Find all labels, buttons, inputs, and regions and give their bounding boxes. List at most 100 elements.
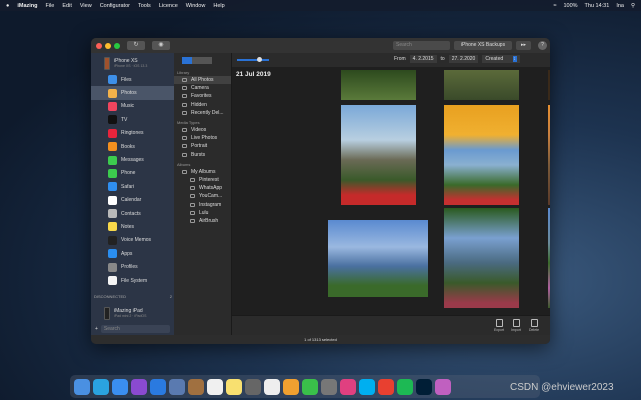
sidebar-item-ringtones[interactable]: Ringtones	[91, 127, 174, 140]
clock[interactable]: Thu 14:31	[585, 3, 610, 9]
album-item[interactable]: Pinterest	[174, 176, 231, 184]
dock-app-icon[interactable]	[74, 378, 90, 395]
refresh-button[interactable]: ↻	[127, 41, 145, 50]
thumb-size-slider[interactable]	[237, 57, 269, 62]
library-item[interactable]: Favorites	[174, 92, 231, 100]
sidebar-item-photos[interactable]: Photos	[91, 86, 174, 100]
menu-configurator[interactable]: Configurator	[100, 3, 130, 9]
large-grid-icon[interactable]	[182, 56, 192, 64]
export-button[interactable]: Export	[491, 319, 507, 332]
menu-edit[interactable]: Edit	[62, 3, 71, 9]
help-button[interactable]: ?	[538, 41, 547, 50]
sidebar-item-files[interactable]: Files	[91, 73, 174, 86]
dock-app-icon[interactable]	[283, 378, 299, 395]
album-item[interactable]: Lulu	[174, 209, 231, 217]
minimize-button[interactable]	[105, 42, 111, 49]
dock-app-icon[interactable]	[397, 378, 413, 395]
library-item[interactable]: All Photos	[174, 76, 231, 85]
sort-select[interactable]: Created ↕	[482, 55, 521, 63]
add-icon[interactable]: +	[95, 326, 98, 332]
photo-thumbnail[interactable]	[444, 70, 519, 100]
library-item[interactable]: My Albums	[174, 168, 231, 176]
close-button[interactable]	[96, 42, 102, 49]
dock-app-icon[interactable]	[169, 378, 185, 395]
album-item[interactable]: AirBrush	[174, 217, 231, 225]
small-grid-icon[interactable]	[192, 56, 202, 64]
delete-button[interactable]: Delete	[526, 319, 542, 332]
sidebar-item-contacts[interactable]: Contacts	[91, 207, 174, 220]
library-item[interactable]: Bursts	[174, 151, 231, 159]
menu-help[interactable]: Help	[213, 3, 224, 9]
search-input[interactable]: Search	[393, 41, 450, 50]
sidebar-item-voice-memos[interactable]: Voice Memos	[91, 234, 174, 247]
library-item[interactable]: Hidden	[174, 101, 231, 109]
more-button[interactable]: ▸▸	[516, 41, 531, 50]
sidebar-item-calendar[interactable]: Calendar	[91, 194, 174, 207]
library-item[interactable]: Recently Del...	[174, 109, 231, 117]
apple-icon[interactable]: ●	[6, 3, 9, 9]
sidebar-item-books[interactable]: Books	[91, 140, 174, 153]
menu-app[interactable]: iMazing	[17, 3, 37, 9]
dock-app-icon[interactable]	[226, 378, 242, 395]
album-item[interactable]: Instagram	[174, 200, 231, 208]
zoom-button[interactable]	[114, 42, 120, 49]
library-item[interactable]: Portrait	[174, 142, 231, 150]
dock-app-icon[interactable]	[150, 378, 166, 395]
eye-button[interactable]: ◉	[152, 41, 170, 50]
sidebar-item-phone[interactable]: Phone	[91, 167, 174, 180]
dock-app-icon[interactable]	[302, 378, 318, 395]
photo-thumbnail[interactable]	[341, 70, 416, 100]
to-date-field[interactable]: 27. 2.2020	[448, 55, 479, 63]
photo-thumbnail[interactable]	[548, 208, 550, 308]
sidebar-item-file-system[interactable]: File System	[91, 274, 174, 287]
dock-app-icon[interactable]	[321, 378, 337, 395]
device-iphone[interactable]: iPhone XS iPhone XS · iOS 13.3	[91, 53, 174, 73]
menu-window[interactable]: Window	[186, 3, 206, 9]
list-icon[interactable]	[202, 56, 212, 64]
dock-app-icon[interactable]	[93, 378, 109, 395]
menu-file[interactable]: File	[46, 3, 55, 9]
sidebar-item-music[interactable]: Music	[91, 100, 174, 113]
library-item[interactable]: Videos	[174, 126, 231, 134]
album-item[interactable]: YouCam...	[174, 192, 231, 200]
sidebar-item-safari[interactable]: Safari	[91, 180, 174, 193]
menu-tools[interactable]: Tools	[138, 3, 151, 9]
menu-licence[interactable]: Licence	[159, 3, 178, 9]
photo-thumbnail[interactable]	[548, 105, 550, 205]
dock-app-icon[interactable]	[359, 378, 375, 395]
photo-thumbnail[interactable]	[444, 105, 519, 205]
dock-app-icon[interactable]	[188, 378, 204, 395]
sidebar-item-profiles[interactable]: Profiles	[91, 260, 174, 273]
dock-app-icon[interactable]	[264, 378, 280, 395]
user-name[interactable]: Ina	[616, 3, 624, 9]
photo-thumbnail[interactable]	[444, 208, 519, 308]
sidebar-item-tv[interactable]: TV	[91, 113, 174, 126]
dock-app-icon[interactable]	[435, 378, 451, 395]
sidebar-search-input[interactable]: Search	[100, 324, 170, 333]
dock-app-icon[interactable]	[131, 378, 147, 395]
from-date-field[interactable]: 4. 2.2015	[409, 55, 437, 63]
slider-knob[interactable]	[257, 57, 263, 62]
dock-app-icon[interactable]	[245, 378, 261, 395]
photo-thumbnail[interactable]	[328, 220, 428, 297]
library-item[interactable]: Live Photos	[174, 134, 231, 142]
battery-label[interactable]: 100%	[563, 3, 577, 9]
menu-view[interactable]: View	[80, 3, 92, 9]
dock-app-icon[interactable]	[207, 378, 223, 395]
sidebar-item-notes[interactable]: Notes	[91, 220, 174, 233]
dock-app-icon[interactable]	[112, 378, 128, 395]
library-item[interactable]: Camera	[174, 84, 231, 92]
photo-thumbnail[interactable]	[341, 105, 416, 205]
device-ipad[interactable]: iMazing iPad iPad mini 2 · iPadOS	[91, 303, 174, 323]
album-item[interactable]: WhatsApp	[174, 184, 231, 192]
dock-app-icon[interactable]	[378, 378, 394, 395]
photo-thumbnail[interactable]	[548, 70, 550, 100]
import-button[interactable]: Import	[508, 319, 524, 332]
view-mode-segment[interactable]	[182, 56, 212, 64]
sidebar-item-messages[interactable]: Messages	[91, 153, 174, 166]
wifi-icon[interactable]: ≈	[553, 3, 556, 9]
dock-app-icon[interactable]	[416, 378, 432, 395]
spotlight-icon[interactable]: ⚲	[631, 3, 635, 9]
dock-app-icon[interactable]	[340, 378, 356, 395]
backups-button[interactable]: iPhone XS Backups	[454, 41, 512, 50]
